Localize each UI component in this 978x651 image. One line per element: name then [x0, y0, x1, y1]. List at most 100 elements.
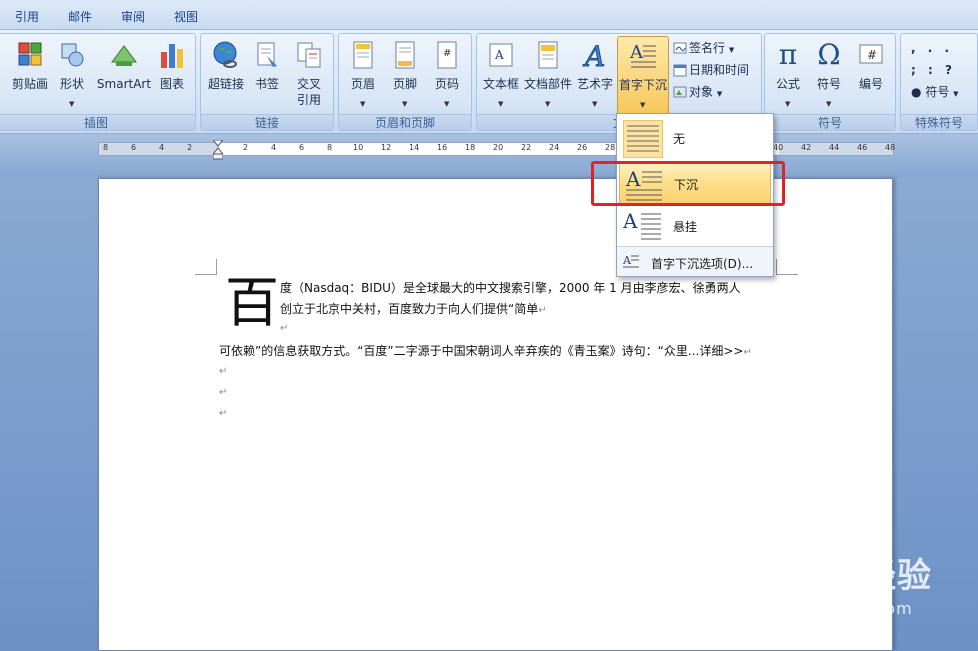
pi-icon: π	[778, 38, 798, 71]
chevron-down-icon: ▼	[402, 100, 408, 108]
dropcap-none-icon	[623, 120, 663, 158]
signature-line-button[interactable]: 签名行 ▼	[673, 38, 734, 58]
globe-icon	[213, 41, 237, 68]
ruler-number: 6	[299, 143, 305, 152]
group-special-symbols: , . . ; : ? ● 符号 ▼ 特殊符号	[900, 33, 978, 131]
ruler-number: 22	[521, 143, 532, 152]
group-label-symbols: 符号	[765, 114, 895, 130]
ruler-area: 8 6 4 2 2 4 6 8 10 12 14 16 18 20 22 24 26 28 40 42 44 46 48	[0, 134, 978, 178]
special-symbol-button[interactable]: ● 符号 ▼	[911, 82, 959, 102]
ruler-number: 4	[271, 143, 277, 152]
bullet-icon: ●	[911, 85, 922, 99]
smartart-button[interactable]: SmartArt	[95, 36, 153, 114]
page-number-icon: #	[437, 41, 457, 69]
ruler-number: 20	[493, 143, 504, 152]
group-illustrations: 剪贴画 形状 ▼ SmartArt 图表 插图	[0, 33, 196, 131]
paragraph-mark: ↵	[280, 323, 289, 334]
chart-label: 图表	[159, 77, 184, 91]
hyperlink-button[interactable]: 超链接	[205, 36, 247, 114]
footer-button[interactable]: 页脚 ▼	[385, 36, 425, 114]
bookmark-icon	[257, 42, 277, 67]
chevron-down-icon: ▼	[498, 100, 504, 108]
ruler-number: 8	[327, 143, 333, 152]
date-time-button[interactable]: 日期和时间	[673, 60, 749, 80]
quick-parts-button[interactable]: 文档部件 ▼	[523, 36, 573, 114]
tab-review[interactable]: 审阅	[121, 8, 145, 25]
header-icon	[353, 41, 373, 69]
ribbon-tabs: 引用 邮件 审阅 视图	[0, 0, 978, 30]
dropcap-option-in-margin[interactable]: A 悬挂	[619, 206, 771, 246]
textbox-button[interactable]: A 文本框 ▼	[479, 36, 523, 114]
quick-parts-label: 文档部件	[523, 77, 572, 91]
cross-reference-button[interactable]: 交叉 引用	[289, 36, 329, 114]
numbering-button[interactable]: # 编号	[851, 36, 891, 114]
bookmark-button[interactable]: 书签	[249, 36, 285, 114]
horizontal-ruler[interactable]: 8 6 4 2 2 4 6 8 10 12 14 16 18 20 22 24 26 28 40 42 44 46 48	[98, 140, 895, 160]
signature-label: 签名行	[689, 41, 726, 55]
tab-mailings[interactable]: 邮件	[68, 8, 92, 25]
ruler-number: 26	[577, 143, 588, 152]
group-label-links: 链接	[201, 114, 333, 130]
indent-marker-icon[interactable]	[213, 140, 223, 160]
date-time-label: 日期和时间	[689, 63, 750, 77]
chevron-down-icon: ▼	[360, 100, 366, 108]
special-symbol-label: 符号	[925, 85, 950, 99]
dropcap-option-none[interactable]: 无	[619, 116, 771, 160]
tab-references[interactable]: 引用	[15, 8, 39, 25]
textbox-label: 文本框	[482, 77, 519, 91]
watermark-main: Baidu经验	[748, 556, 933, 596]
chevron-down-icon: ▼	[826, 100, 832, 108]
numbering-icon: #	[859, 44, 883, 64]
symbol-button[interactable]: Ω 符号 ▼	[809, 36, 849, 114]
paragraph-line-3[interactable]: 可依赖”的信息获取方式。“百度”二字源于中国宋朝词人辛弃疾的《青玉案》诗句：“众…	[219, 342, 752, 359]
header-button[interactable]: 页眉 ▼	[343, 36, 383, 114]
group-label-special: 特殊符号	[901, 114, 977, 130]
chevron-down-icon: ▼	[785, 100, 791, 108]
numbering-glyph: #	[867, 48, 877, 62]
equation-label: 公式	[775, 77, 800, 91]
special-glyphs-row-2[interactable]: ; : ?	[911, 60, 956, 80]
svg-text:A: A	[629, 42, 644, 63]
svg-text:A: A	[623, 210, 638, 233]
group-links: 超链接 书签 交叉 引用 链接	[200, 33, 334, 131]
margin-corner-left	[195, 259, 217, 275]
dropcap-in-margin-label: 悬挂	[673, 220, 698, 234]
page-number-button[interactable]: # 页码 ▼	[427, 36, 467, 114]
shapes-button[interactable]: 形状 ▼	[55, 36, 89, 114]
cross-reference-label-2: 引用	[296, 93, 321, 107]
equation-button[interactable]: π 公式 ▼	[767, 36, 809, 114]
empty-paragraph: ↵	[219, 387, 228, 398]
chevron-down-icon: ▼	[728, 46, 735, 54]
paragraph-line-2[interactable]: 创立于北京中关村，百度致力于向人们提供“简单↵	[280, 300, 547, 317]
footer-icon	[395, 41, 415, 69]
ruler-number: 2	[187, 143, 193, 152]
ruler-number: 18	[465, 143, 476, 152]
hyperlink-label: 超链接	[207, 77, 244, 91]
paragraph-line-1[interactable]: 度（Nasdaq：BIDU）是全球最大的中文搜索引擎，2000 年 1 月由李彦…	[280, 279, 741, 296]
watermark-sub: jingyan.baidu.com	[748, 599, 913, 618]
dropcap-letter[interactable]: 百	[225, 273, 279, 333]
chevron-down-icon: ▼	[953, 90, 959, 98]
tab-view[interactable]: 视图	[174, 8, 198, 25]
signature-icon	[673, 42, 687, 54]
ruler-number: 42	[801, 143, 812, 152]
group-header-footer: 页眉 ▼ 页脚 ▼ # 页码 ▼ 页眉和页脚	[338, 33, 472, 131]
chevron-down-icon: ▼	[545, 100, 551, 108]
dropcap-label: 首字下沉	[618, 78, 667, 92]
chart-button[interactable]: 图表	[155, 36, 189, 114]
special-glyphs-row-1[interactable]: , . .	[911, 38, 953, 58]
ruler-number: 40	[773, 143, 784, 152]
group-label-illustrations: 插图	[0, 114, 195, 130]
wordart-button[interactable]: A 艺术字 ▼	[575, 36, 615, 114]
dropcap-button[interactable]: A 首字下沉 ▼	[617, 36, 669, 116]
object-button[interactable]: 对象 ▼	[673, 82, 722, 102]
object-icon	[673, 86, 687, 98]
dropcap-options-button[interactable]: A 首字下沉选项(D)...	[617, 246, 773, 276]
svg-text:A: A	[582, 40, 605, 70]
smartart-label: SmartArt	[96, 77, 152, 91]
svg-text:A: A	[623, 254, 632, 267]
bookmark-label: 书签	[254, 77, 279, 91]
wordart-icon: A	[582, 40, 606, 70]
omega-icon: Ω	[817, 38, 841, 71]
clipart-button[interactable]: 剪贴画	[11, 36, 49, 114]
